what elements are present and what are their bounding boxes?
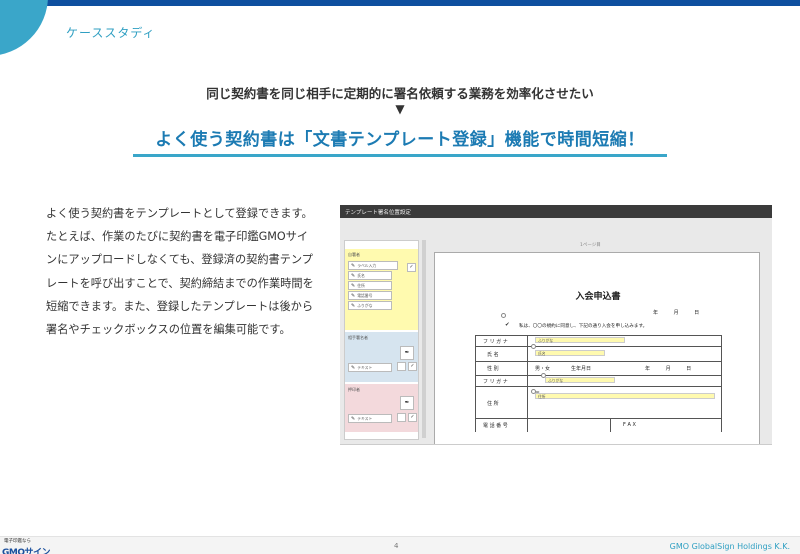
headline: よく使う契約書は「文書テンプレート登録」機能で時間短縮！	[155, 130, 645, 150]
group-label: 相手署名者	[348, 335, 368, 340]
document-page: 入会申込書 年 月 日 ✔ 私は、〇〇の規約に同意し、下記の通り入会を申し込みま…	[434, 252, 760, 444]
document-viewer: 1ページ目 入会申込書 年 月 日 ✔ 私は、〇〇の規約に同意し、下記の通り入会…	[430, 240, 772, 444]
pen-icon: ✎	[351, 262, 356, 269]
field-panel: 自署者 ✎ ラベル入力 ✎ 氏名 ✎ 住所 ✎ 電話番号 ✎ ふりがな ✓ 相手署名者 ✒…	[344, 240, 419, 440]
pen-icon: ✎	[351, 292, 356, 299]
group-self-signer: 自署者 ✎ ラベル入力 ✎ 氏名 ✎ 住所 ✎ 電話番号 ✎ ふりがな ✓	[345, 249, 418, 330]
handle-icon[interactable]	[541, 373, 546, 378]
handle-icon[interactable]	[531, 344, 536, 349]
screenshot-body: 自署者 ✎ ラベル入力 ✎ 氏名 ✎ 住所 ✎ 電話番号 ✎ ふりがな ✓ 相手署名者 ✒…	[340, 218, 772, 444]
page-number: 4	[394, 542, 399, 550]
pen-icon: ✎	[351, 272, 356, 279]
placed-field-furigana-2[interactable]: ふりがな	[545, 377, 615, 383]
top-bar	[0, 0, 800, 6]
panel-item-label-input[interactable]: ✎ ラベル入力	[348, 261, 398, 270]
slide: ケーススタディ 同じ契約書を同じ相手に定期的に署名依頼する業務を効率化させたい …	[0, 0, 800, 554]
checkbox-icon[interactable]: ✓	[407, 263, 416, 272]
pen-icon: ✎	[351, 302, 356, 309]
pen-icon: ✎	[351, 415, 356, 422]
table-border	[475, 335, 476, 432]
body-text: よく使う契約書をテンプレートとして登録できます。たとえば、作業のたびに契約書を電…	[46, 207, 314, 337]
subtitle: 同じ契約書を同じ相手に定期的に署名依頼する業務を効率化させたい	[206, 86, 594, 101]
panel-item-text[interactable]: ✎ テキスト	[348, 414, 392, 423]
placed-field-furigana[interactable]: ふりがな	[535, 337, 625, 343]
checkbox-checked-icon[interactable]: ✓	[408, 413, 417, 422]
table-border	[527, 335, 528, 432]
group-counterparty: 相手署名者 ✒ ✎ テキスト ✓	[345, 332, 418, 382]
handle-icon[interactable]	[501, 313, 506, 318]
signature-pen-icon[interactable]: ✒	[400, 396, 414, 410]
logo-tagline: 電子印鑑なら	[4, 539, 31, 544]
table-row: 性 別 男・女 生年月日 年 月 日	[475, 361, 721, 375]
panel-item-phone[interactable]: ✎ 電話番号	[348, 291, 392, 300]
pen-icon: ✎	[351, 282, 356, 289]
template-screenshot: テンプレート署名位置設定 自署者 ✎ ラベル入力 ✎ 氏名 ✎ 住所 ✎ 電話番号 ✎ ふ…	[340, 205, 772, 445]
group-label: 自署者	[348, 252, 360, 257]
checkbox-icon[interactable]	[397, 413, 406, 422]
table-row: 電 話 番 号 F A X	[475, 418, 721, 432]
pen-icon: ✎	[351, 364, 356, 371]
table-border	[610, 418, 611, 432]
panel-item-text[interactable]: ✎ テキスト	[348, 363, 392, 372]
table-border	[721, 335, 722, 432]
corner-decoration	[0, 0, 48, 56]
group-stamper: 押印者 ✒ ✎ テキスト ✓	[345, 384, 418, 432]
panel-item-furigana[interactable]: ✎ ふりがな	[348, 301, 392, 310]
checkbox-icon[interactable]	[397, 362, 406, 371]
checkbox-checked-icon[interactable]: ✓	[408, 362, 417, 371]
section-label: ケーススタディ	[66, 26, 156, 40]
doc-note: 私は、〇〇の規約に同意し、下記の通り入会を申し込みます。	[519, 324, 648, 329]
panel-scrollbar[interactable]	[422, 240, 426, 438]
panel-item-address[interactable]: ✎ 住所	[348, 281, 392, 290]
checkbox-field-icon[interactable]: ✔	[505, 322, 510, 328]
handle-icon[interactable]	[531, 389, 536, 394]
gmo-sign-logo: GMOサイン	[2, 548, 51, 554]
doc-title: 入会申込書	[575, 292, 621, 302]
placed-field-name[interactable]: 氏名	[535, 350, 605, 356]
table-row: 住 所 〒	[475, 386, 721, 418]
doc-date: 年 月 日	[653, 310, 700, 316]
company-name: GMO GlobalSign Holdings K.K.	[669, 542, 790, 551]
placed-field-address[interactable]: 住所	[535, 393, 715, 399]
panel-item-name[interactable]: ✎ 氏名	[348, 271, 392, 280]
window-title: テンプレート署名位置設定	[340, 205, 772, 218]
page-label: 1ページ目	[580, 243, 601, 248]
headline-underline	[133, 154, 667, 157]
down-arrow-icon: ▼	[395, 102, 405, 116]
group-label: 押印者	[348, 387, 360, 392]
signature-pen-icon[interactable]: ✒	[400, 346, 414, 360]
